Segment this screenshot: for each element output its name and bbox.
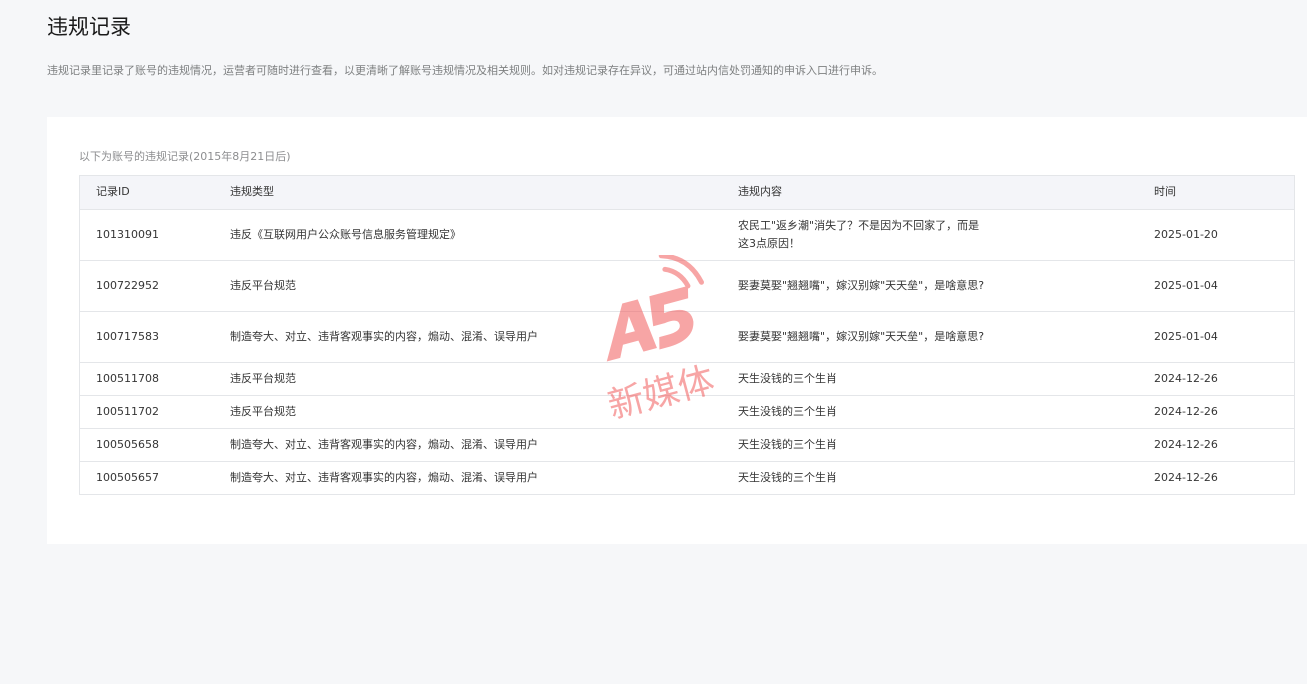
records-panel: 以下为账号的违规记录(2015年8月21日后) 记录ID 违规类型 违规内容 时… (47, 117, 1307, 544)
column-header-time: 时间 (1138, 176, 1294, 209)
record-time: 2024-12-26 (1138, 460, 1294, 494)
record-type: 制造夸大、对立、违背客观事实的内容，煽动、混淆、误导用户 (214, 460, 722, 494)
record-id: 100511702 (80, 394, 214, 428)
table-header-row: 记录ID 违规类型 违规内容 时间 (80, 176, 1294, 209)
record-type: 违反平台规范 (214, 394, 722, 428)
table-row: 100511702 违反平台规范 天生没钱的三个生肖 2024-12-26 (80, 394, 1294, 428)
record-type: 违反平台规范 (214, 259, 722, 311)
column-header-id: 记录ID (80, 176, 214, 209)
record-id: 100717583 (80, 310, 214, 362)
record-time: 2025-01-04 (1138, 259, 1294, 311)
record-type: 制造夸大、对立、违背客观事实的内容，煽动、混淆、误导用户 (214, 427, 722, 461)
record-id: 100505657 (80, 460, 214, 494)
table-row: 101310091 违反《互联网用户公众账号信息服务管理规定》 农民工"返乡潮"… (80, 208, 1294, 260)
table-row: 100511708 违反平台规范 天生没钱的三个生肖 2024-12-26 (80, 361, 1294, 395)
record-time: 2025-01-04 (1138, 310, 1294, 362)
record-time: 2024-12-26 (1138, 361, 1294, 395)
table-row: 100505658 制造夸大、对立、违背客观事实的内容，煽动、混淆、误导用户 天… (80, 427, 1294, 461)
record-content: 天生没钱的三个生肖 (722, 427, 1138, 461)
column-header-type: 违规类型 (214, 176, 722, 209)
record-type: 制造夸大、对立、违背客观事实的内容，煽动、混淆、误导用户 (214, 310, 722, 362)
table-row: 100717583 制造夸大、对立、违背客观事实的内容，煽动、混淆、误导用户 娶… (80, 310, 1294, 362)
table-row: 100505657 制造夸大、对立、违背客观事实的内容，煽动、混淆、误导用户 天… (80, 460, 1294, 494)
record-id: 100505658 (80, 427, 214, 461)
record-id: 100511708 (80, 361, 214, 395)
record-content: 农民工"返乡潮"消失了？不是因为不回家了，而是这3点原因！ (722, 208, 1138, 260)
record-id: 100722952 (80, 259, 214, 311)
record-type: 违反平台规范 (214, 361, 722, 395)
table-row: 100722952 违反平台规范 娶妻莫娶"翘翘嘴"，嫁汉别嫁"天天垒"，是啥意… (80, 259, 1294, 311)
record-type: 违反《互联网用户公众账号信息服务管理规定》 (214, 208, 722, 260)
column-header-content: 违规内容 (722, 176, 1138, 209)
record-content: 天生没钱的三个生肖 (722, 460, 1138, 494)
table-caption: 以下为账号的违规记录(2015年8月21日后) (79, 150, 291, 163)
records-table-wrapper: 记录ID 违规类型 违规内容 时间 101310091 违反《互联网用户公众账号… (79, 175, 1295, 495)
record-content: 娶妻莫娶"翘翘嘴"，嫁汉别嫁"天天垒"，是啥意思? (722, 259, 1138, 311)
record-id: 101310091 (80, 208, 214, 260)
record-time: 2025-01-20 (1138, 208, 1294, 260)
record-content: 天生没钱的三个生肖 (722, 394, 1138, 428)
records-table: 记录ID 违规类型 违规内容 时间 101310091 违反《互联网用户公众账号… (80, 176, 1294, 494)
record-content: 娶妻莫娶"翘翘嘴"，嫁汉别嫁"天天垒"，是啥意思? (722, 310, 1138, 362)
record-time: 2024-12-26 (1138, 427, 1294, 461)
page-description: 违规记录里记录了账号的违规情况，运营者可随时进行查看，以更清晰了解账号违规情况及… (47, 64, 883, 77)
record-time: 2024-12-26 (1138, 394, 1294, 428)
record-content: 天生没钱的三个生肖 (722, 361, 1138, 395)
page-title: 违规记录 (47, 15, 131, 39)
